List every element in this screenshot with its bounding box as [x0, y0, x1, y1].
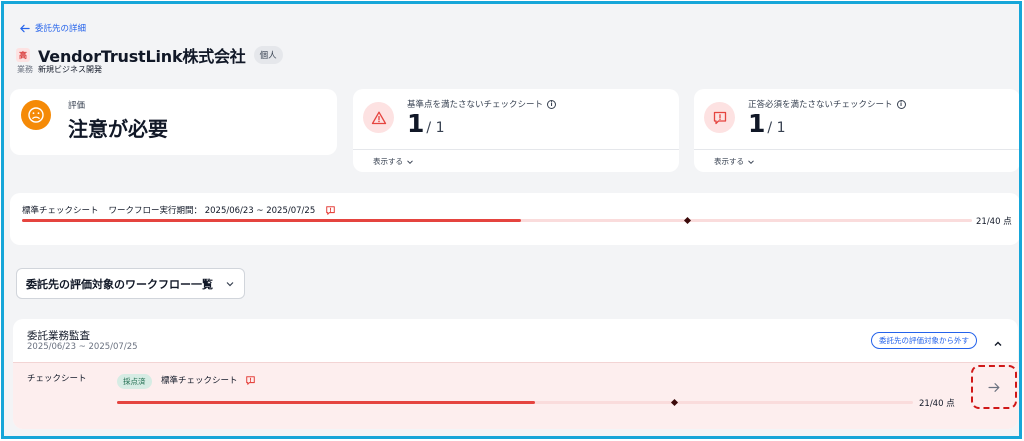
score-progress-bar [117, 398, 913, 407]
checksheet-row: チェックシート 採点済 標準チェックシート 21/40 点 [13, 362, 1018, 429]
metric-count: 1 [407, 109, 425, 138]
back-link[interactable]: 委託先の詳細 [19, 22, 86, 34]
evaluation-card: 評価 注意が必要 [10, 89, 337, 155]
metric-card-required-answer: 正答必須を満たさないチェックシート i 1 / 1 表示する [694, 89, 1019, 172]
evaluation-label: 評価 [68, 101, 86, 111]
threshold-marker [670, 398, 678, 407]
metric-count: 1 [748, 109, 766, 138]
remove-from-evaluation-button[interactable]: 委託先の評価対象から外す [871, 332, 977, 349]
sad-face-icon [21, 100, 51, 130]
collapse-button[interactable] [993, 334, 1003, 353]
chevron-down-icon [748, 159, 754, 164]
checksheet-name: 標準チェックシート [22, 206, 99, 216]
score-progress-fill [22, 219, 521, 222]
score-text: 21/40 点 [976, 217, 1012, 227]
divider [694, 149, 1019, 150]
threshold-marker [683, 216, 691, 225]
workflow-name: 委託業務監査 [27, 330, 90, 342]
info-icon[interactable]: i [547, 99, 557, 109]
score-progress-fill [117, 401, 535, 404]
checksheet-summary-card: 標準チェックシート ワークフロー実行期間： 2025/06/23 ~ 2025/… [10, 193, 1019, 245]
workflow-period: 2025/06/23 ~ 2025/07/25 [27, 342, 138, 352]
score-text: 21/40 点 [919, 399, 955, 409]
status-badge: 採点済 [117, 374, 152, 389]
info-icon[interactable]: i [896, 99, 906, 109]
vendor-type-chip: 個人 [253, 46, 283, 64]
workflow-period: ワークフロー実行期間： 2025/06/23 ~ 2025/07/25 [108, 206, 316, 216]
arrow-right-icon [987, 382, 999, 392]
department-row: 業務 新規ビジネス開発 [17, 64, 102, 75]
risk-badge: 高 [16, 48, 30, 62]
chevron-up-icon [994, 341, 1002, 346]
row-label: チェックシート [27, 374, 87, 384]
workflow-list-dropdown[interactable]: 委託先の評価対象のワークフロー一覧 [16, 268, 245, 299]
evaluation-value: 注意が必要 [68, 117, 168, 141]
back-link-label: 委託先の詳細 [35, 24, 87, 34]
divider [353, 149, 679, 150]
metric-total: / 1 [767, 120, 786, 136]
alert-message-icon [704, 102, 735, 133]
metric-card-below-threshold: 基準点を満たさないチェックシート i 1 / 1 表示する [353, 89, 679, 172]
metric-value: 1 / 1 [407, 109, 444, 138]
department-value: 新規ビジネス開発 [38, 65, 102, 74]
metric-value: 1 / 1 [748, 109, 785, 138]
score-progress-bar [22, 216, 972, 225]
show-toggle-label: 表示する [373, 157, 403, 166]
arrow-left-icon [20, 24, 30, 32]
department-label: 業務 [17, 65, 33, 74]
show-toggle[interactable]: 表示する [714, 156, 755, 167]
chevron-down-icon [407, 159, 413, 164]
warning-triangle-icon [363, 102, 394, 133]
workflow-list-label: 委託先の評価対象のワークフロー一覧 [26, 277, 213, 291]
app-frame: 委託先の詳細 高 VendorTrustLink株式会社 個人 業務 新規ビジネ… [1, 1, 1022, 439]
row-checksheet: 標準チェックシート [161, 374, 256, 386]
alert-message-icon [245, 375, 256, 386]
checksheet-summary-title: 標準チェックシート ワークフロー実行期間： 2025/06/23 ~ 2025/… [22, 204, 336, 216]
alert-message-icon [325, 205, 336, 216]
chevron-down-icon [226, 282, 234, 287]
row-checksheet-name: 標準チェックシート [161, 376, 238, 386]
workflow-card: 委託業務監査 2025/06/23 ~ 2025/07/25 委託先の評価対象か… [13, 319, 1018, 429]
show-toggle[interactable]: 表示する [373, 156, 414, 167]
metric-total: / 1 [426, 120, 445, 136]
show-toggle-label: 表示する [714, 157, 744, 166]
open-checksheet-button[interactable] [971, 365, 1017, 409]
